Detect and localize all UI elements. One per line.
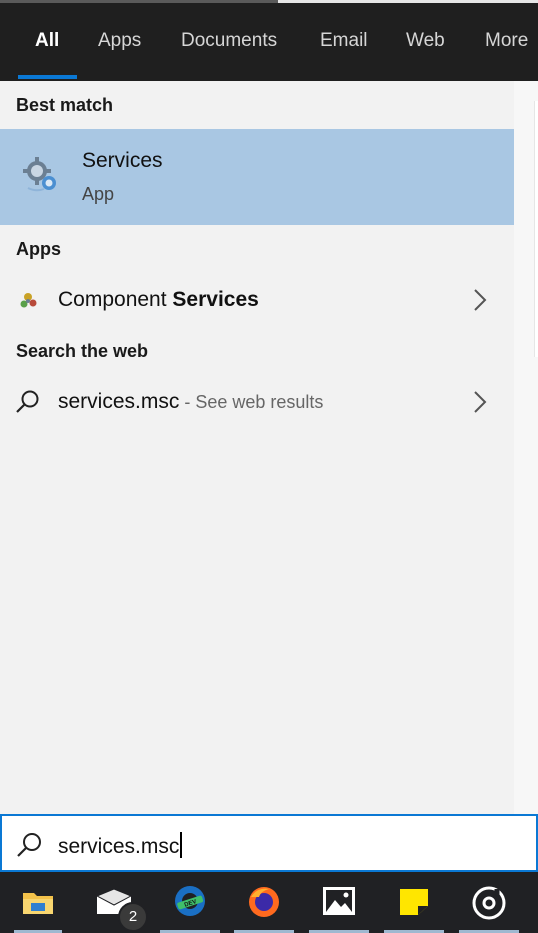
taskbar-groove-music[interactable] [459, 872, 519, 933]
section-apps: Apps [16, 239, 61, 259]
web-result-query: services.msc [58, 390, 180, 413]
taskbar-photos[interactable] [309, 872, 369, 933]
preview-pane-edge [514, 81, 538, 814]
tab-apps[interactable]: Apps [98, 30, 141, 52]
app-result-match: Services [172, 288, 259, 311]
groove-music-icon [472, 886, 506, 920]
component-services-icon [20, 293, 37, 308]
best-match-title: Services [82, 149, 163, 172]
best-match-result[interactable]: Services App [0, 129, 514, 225]
file-explorer-icon [23, 893, 53, 914]
firefox-icon [249, 887, 279, 917]
sticky-notes-icon [400, 889, 428, 915]
taskbar: 2 DEV [0, 872, 538, 933]
tab-all[interactable]: All [35, 30, 59, 52]
app-result-prefix: Component [58, 288, 173, 311]
chevron-right-icon[interactable] [470, 287, 490, 313]
tab-web[interactable]: Web [406, 30, 445, 52]
tab-more[interactable]: More [485, 30, 528, 52]
services-gear-icon [23, 157, 56, 192]
taskbar-edge-dev[interactable]: DEV [160, 872, 220, 933]
photos-icon [323, 887, 355, 915]
web-result-suffix: - See web results [179, 392, 324, 412]
text-caret [180, 832, 183, 858]
search-icon [17, 833, 41, 857]
web-result[interactable]: services.msc - See web results [0, 377, 514, 427]
taskbar-firefox[interactable] [234, 872, 294, 933]
chevron-right-icon[interactable] [470, 389, 490, 415]
search-box[interactable]: services.msc [0, 814, 538, 872]
active-tab-indicator [18, 75, 77, 79]
app-result-component-services[interactable]: Component Services [0, 275, 514, 325]
section-search-web: Search the web [16, 341, 149, 361]
taskbar-file-explorer[interactable] [8, 872, 68, 933]
tab-email[interactable]: Email [320, 30, 368, 52]
search-input[interactable]: services.msc [58, 835, 179, 858]
edge-dev-icon: DEV [175, 886, 205, 916]
search-icon [16, 390, 39, 413]
tab-documents[interactable]: Documents [181, 30, 277, 52]
best-match-subtitle: App [82, 184, 115, 204]
search-scope-tabs: All Apps Documents Email Web More [0, 0, 538, 81]
taskbar-sticky-notes[interactable] [384, 872, 444, 933]
loading-progress-track [278, 0, 538, 3]
loading-progress-bar [0, 0, 278, 3]
section-best-match: Best match [16, 95, 114, 115]
mail-unread-badge: 2 [118, 902, 148, 932]
